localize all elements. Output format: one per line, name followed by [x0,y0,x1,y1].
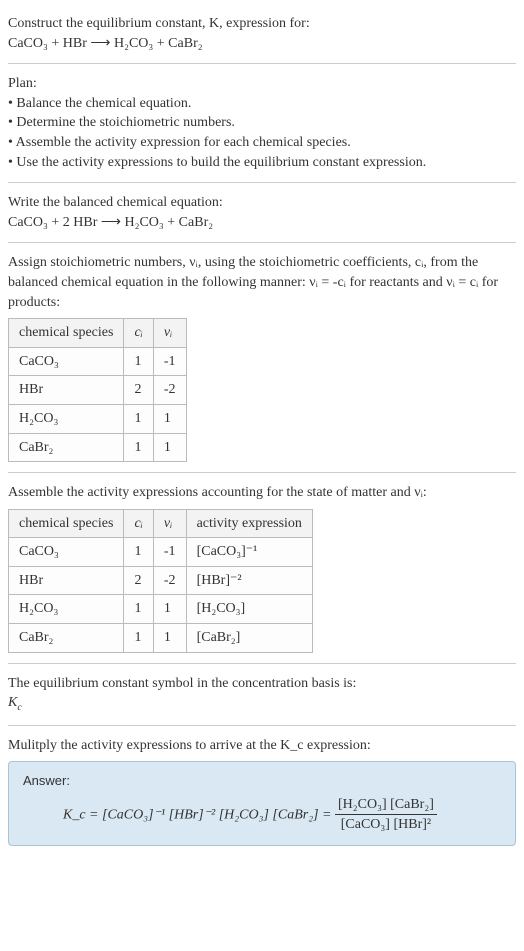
cell-species: CaBr₂ [9,624,124,653]
activity-section: Assemble the activity expressions accoun… [8,477,516,659]
symbol-section: The equilibrium constant symbol in the c… [8,668,516,721]
cell-ci: 2 [124,376,153,405]
cell-species: HBr [9,376,124,405]
cell-species: H₂CO₃ [9,595,124,624]
stoich-table: chemical species cᵢ νᵢ CaCO₃ 1 -1 HBr 2 … [8,318,187,462]
cell-ci: 1 [124,404,153,433]
table-row: chemical species cᵢ νᵢ [9,319,187,348]
intro-line1: Construct the equilibrium constant, K, e… [8,16,310,31]
col-species: chemical species [9,509,124,538]
cell-nui: -1 [153,347,186,376]
cell-nui: 1 [153,433,186,462]
divider [8,242,516,243]
cell-nui: -2 [153,566,186,595]
activity-table: chemical species cᵢ νᵢ activity expressi… [8,509,313,653]
cell-activity: [HBr]⁻² [186,566,312,595]
stoich-section: Assign stoichiometric numbers, νᵢ, using… [8,247,516,468]
multiply-section: Mulitply the activity expressions to arr… [8,730,516,852]
plan-bullet-3: • Assemble the activity expression for e… [8,133,516,153]
cell-ci: 1 [124,595,153,624]
balanced-title: Write the balanced chemical equation: [8,193,516,213]
table-row: CaBr₂ 1 1 [CaBr₂] [9,624,313,653]
table-row: H₂CO₃ 1 1 [H₂CO₃] [9,595,313,624]
col-species: chemical species [9,319,124,348]
cell-nui: 1 [153,624,186,653]
fraction-denominator: [CaCO₃] [HBr]² [335,815,437,835]
answer-label: Answer: [23,772,501,790]
table-row: HBr 2 -2 [HBr]⁻² [9,566,313,595]
symbol-line1: The equilibrium constant symbol in the c… [8,674,516,694]
col-nui: νᵢ [153,319,186,348]
balanced-section: Write the balanced chemical equation: Ca… [8,187,516,238]
cell-ci: 1 [124,624,153,653]
divider [8,663,516,664]
col-activity: activity expression [186,509,312,538]
cell-nui: -1 [153,538,186,567]
multiply-text-span: Mulitply the activity expressions to arr… [8,738,371,753]
multiply-text: Mulitply the activity expressions to arr… [8,736,516,756]
cell-activity: [CaBr₂] [186,624,312,653]
answer-equation: K_c = [CaCO₃]⁻¹ [HBr]⁻² [H₂CO₃] [CaBr₂] … [23,791,501,835]
cell-ci: 1 [124,433,153,462]
cell-nui: -2 [153,376,186,405]
kc-sub: c [17,702,21,713]
cell-species: CaCO₃ [9,538,124,567]
col-ci: cᵢ [124,509,153,538]
plan-section: Plan: • Balance the chemical equation. •… [8,68,516,178]
cell-ci: 1 [124,347,153,376]
fraction-numerator: [H₂CO₃] [CaBr₂] [335,795,437,816]
plan-bullet-4: • Use the activity expressions to build … [8,153,516,173]
intro-equation: CaCO₃ + HBr ⟶ H₂CO₃ + CaBr₂ [8,34,516,54]
stoich-text: Assign stoichiometric numbers, νᵢ, using… [8,253,516,312]
table-row: CaCO₃ 1 -1 [9,347,187,376]
divider [8,182,516,183]
activity-text: Assemble the activity expressions accoun… [8,483,516,503]
answer-fraction: [H₂CO₃] [CaBr₂] [CaCO₃] [HBr]² [335,795,437,835]
divider [8,63,516,64]
table-row: H₂CO₃ 1 1 [9,404,187,433]
cell-ci: 1 [124,538,153,567]
cell-species: CaCO₃ [9,347,124,376]
col-ci: cᵢ [124,319,153,348]
cell-activity: [H₂CO₃] [186,595,312,624]
table-row: HBr 2 -2 [9,376,187,405]
cell-species: CaBr₂ [9,433,124,462]
cell-nui: 1 [153,404,186,433]
answer-lhs: K_c = [CaCO₃]⁻¹ [HBr]⁻² [H₂CO₃] [CaBr₂] … [63,807,335,822]
plan-bullet-1: • Balance the chemical equation. [8,94,516,114]
cell-nui: 1 [153,595,186,624]
plan-bullet-2: • Determine the stoichiometric numbers. [8,113,516,133]
divider [8,472,516,473]
col-nui: νᵢ [153,509,186,538]
kc-text: K [8,695,17,710]
cell-activity: [CaCO₃]⁻¹ [186,538,312,567]
intro-text: Construct the equilibrium constant, K, e… [8,14,516,34]
answer-box: Answer: K_c = [CaCO₃]⁻¹ [HBr]⁻² [H₂CO₃] … [8,761,516,845]
symbol-kc: Kc [8,693,516,715]
table-row: chemical species cᵢ νᵢ activity expressi… [9,509,313,538]
divider [8,725,516,726]
table-row: CaBr₂ 1 1 [9,433,187,462]
cell-species: HBr [9,566,124,595]
balanced-equation: CaCO₃ + 2 HBr ⟶ H₂CO₃ + CaBr₂ [8,213,516,233]
plan-title: Plan: [8,74,516,94]
intro-section: Construct the equilibrium constant, K, e… [8,8,516,59]
table-row: CaCO₃ 1 -1 [CaCO₃]⁻¹ [9,538,313,567]
cell-ci: 2 [124,566,153,595]
cell-species: H₂CO₃ [9,404,124,433]
